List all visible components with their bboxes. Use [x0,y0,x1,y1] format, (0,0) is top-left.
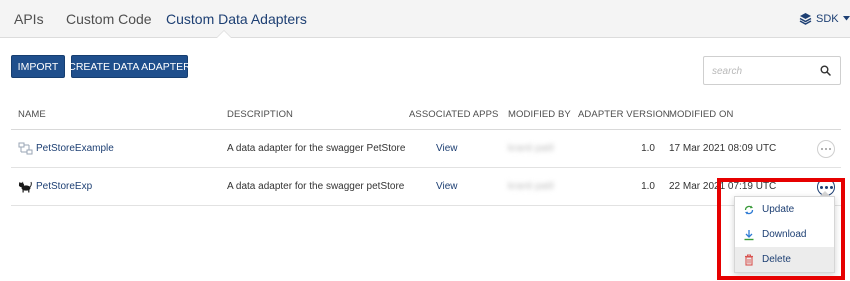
adapter-name-link[interactable]: PetStoreExp [36,181,92,192]
search-input[interactable] [712,63,818,79]
create-data-adapter-button[interactable]: CREATE DATA ADAPTER [68,55,191,78]
view-apps-link[interactable]: View [436,181,458,192]
adapter-description: A data adapter for the swagger PetStore [227,143,406,154]
tab-custom-data-adapters[interactable]: Custom Data Adapters [166,11,307,27]
chevron-down-icon [842,16,850,21]
table-row: PetStoreExample A data adapter for the s… [11,130,841,168]
more-actions-button[interactable] [817,140,835,158]
search-box [703,56,841,85]
view-apps-link[interactable]: View [436,143,458,154]
column-header-name[interactable]: NAME [18,109,46,120]
cat-icon [18,181,32,193]
column-header-modified-on[interactable]: MODIFIED ON [669,109,733,120]
adapter-name-link[interactable]: PetStoreExample [36,143,114,154]
tab-apis[interactable]: APIs [14,11,44,27]
modified-on-value: 17 Mar 2021 08:09 UTC [669,143,777,154]
sdk-label: SDK [816,12,839,25]
tab-custom-code[interactable]: Custom Code [66,11,152,27]
column-header-associated-apps: ASSOCIATED APPS [409,109,499,120]
sdk-dropdown[interactable]: SDK [799,12,850,25]
column-header-modified-by[interactable]: MODIFIED BY [508,109,571,120]
adapter-version-value: 1.0 [641,181,655,192]
adapter-description: A data adapter for the swagger petStore [227,181,405,192]
column-header-description: DESCRIPTION [227,109,294,120]
column-header-adapter-version: ADAPTER VERSION [578,109,670,120]
import-button[interactable]: IMPORT [11,55,65,78]
active-tab-pointer-fill [217,31,231,38]
search-icon[interactable] [820,65,831,76]
top-tab-bar: APIs Custom Code Custom Data Adapters SD… [0,0,850,38]
swagger-icon [18,142,33,155]
adapter-version-value: 1.0 [641,143,655,154]
table-header: NAME DESCRIPTION ASSOCIATED APPS MODIFIE… [11,98,841,130]
modified-by-value: kranti patil [508,181,554,192]
modified-by-value: kranti patil [508,143,554,154]
highlight-box [717,178,845,280]
layers-icon [799,13,812,25]
